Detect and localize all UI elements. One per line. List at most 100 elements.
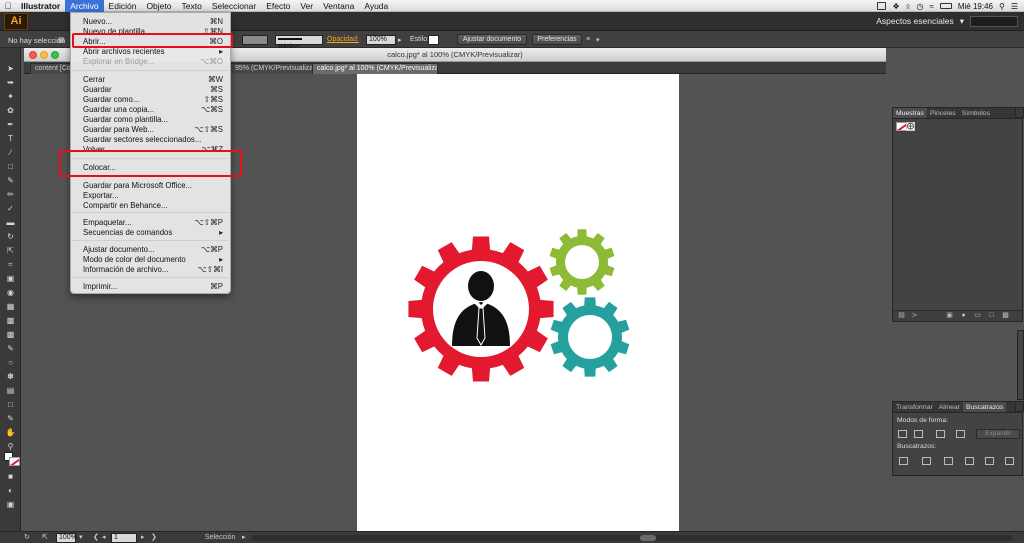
rectangle-tool-icon[interactable]: □ xyxy=(5,162,16,172)
warp-tool-icon[interactable]: ≈ xyxy=(5,260,16,270)
clock-icon[interactable]: ◷ xyxy=(916,2,923,11)
menu-item-abrir-archivos-recientes[interactable]: Abrir archivos recientes ▸ xyxy=(71,47,230,57)
arrange-icon[interactable]: ≡ xyxy=(586,36,590,43)
menu-item-volver[interactable]: Volver ⌥⌘Z xyxy=(71,145,230,155)
stroke-color-swatch[interactable] xyxy=(9,457,20,466)
tab-calco[interactable]: calco.jpg* al 100% (CMYK/Previsualizar) xyxy=(312,63,438,74)
artboard-tool-icon[interactable]: □ xyxy=(5,400,16,410)
pen-tool-icon[interactable]: ✒ xyxy=(5,120,16,130)
menu-item-empaquetar[interactable]: Empaquetar... ⌥⇧⌘P xyxy=(71,218,230,228)
trim-icon[interactable] xyxy=(922,457,931,465)
menu-item-compartir-en-behance[interactable]: Compartir en Behance... xyxy=(71,201,230,211)
menu-efecto[interactable]: Efecto xyxy=(261,0,295,12)
tab-buscatrazos[interactable]: Buscatrazos xyxy=(962,402,1007,412)
menu-item-abrir[interactable]: Abrir... ⌘O xyxy=(71,37,230,47)
menu-item-cerrar[interactable]: Cerrar ⌘W xyxy=(71,75,230,85)
zoom-dropdown-icon[interactable]: ▾ xyxy=(79,534,83,542)
unite-icon[interactable] xyxy=(898,430,907,438)
exclude-icon[interactable] xyxy=(956,430,965,438)
blob-brush-icon[interactable]: ✓ xyxy=(5,204,16,214)
panel-collapse-icon[interactable] xyxy=(1015,107,1024,118)
free-transform-icon[interactable]: ▣ xyxy=(5,274,16,284)
status-menu-icon[interactable]: ▸ xyxy=(242,534,246,542)
workspace-switcher[interactable]: Aspectos esenciales ▾ xyxy=(876,16,964,27)
search-icon[interactable]: ⚲ xyxy=(999,2,1005,11)
menu-archivo[interactable]: Archivo xyxy=(65,0,104,12)
bluetooth-icon[interactable]: ᛟ xyxy=(906,2,911,11)
pathfinder-collapse-icon[interactable] xyxy=(1015,401,1024,412)
artboard[interactable] xyxy=(357,74,679,531)
menu-illustrator[interactable]: Illustrator xyxy=(16,0,65,12)
minus-back-icon[interactable] xyxy=(1005,457,1014,465)
symbol-sprayer-icon[interactable]: ✽ xyxy=(5,372,16,382)
stroke-weight-field[interactable] xyxy=(242,35,268,45)
folder-icon[interactable]: ▭ xyxy=(973,312,982,320)
eraser-icon[interactable]: ▬ xyxy=(5,218,16,228)
list-icon[interactable]: ☰ xyxy=(1011,2,1018,11)
new-swatch-icon[interactable]: □ xyxy=(987,312,996,320)
apple-menu-icon[interactable]:  xyxy=(0,0,16,12)
menu-item-secuencias-de-comandos[interactable]: Secuencias de comandos ▸ xyxy=(71,228,230,238)
preferences-button[interactable]: Preferencias xyxy=(532,34,582,45)
previous-artboard-icon[interactable]: ◂ xyxy=(102,534,106,542)
hand-tool-icon[interactable]: ✋ xyxy=(5,428,16,438)
menu-edicion[interactable]: Edición xyxy=(104,0,142,12)
tab-alinear[interactable]: Alinear xyxy=(936,402,963,412)
last-artboard-icon[interactable]: ❯ xyxy=(151,534,157,542)
menu-item-colocar[interactable]: Colocar... xyxy=(71,163,230,173)
battery-icon[interactable] xyxy=(939,3,952,9)
tab-second-doc[interactable]: 95% (CMYK/Previsualizar) xyxy=(230,63,318,74)
stroke-style-dropdown[interactable]: Básico xyxy=(275,35,323,51)
first-artboard-icon[interactable]: ❮ xyxy=(93,534,99,542)
menu-item-imprimir[interactable]: Imprimir... ⌘P xyxy=(71,282,230,292)
mesh-tool-icon[interactable]: ▩ xyxy=(5,316,16,326)
tab-transformar[interactable]: Transformar xyxy=(893,402,936,412)
outline-icon[interactable] xyxy=(985,457,994,465)
tab-simbolos[interactable]: Símbolos xyxy=(959,108,993,118)
dropbox-icon[interactable]: ❖ xyxy=(892,2,899,11)
wifi-icon[interactable]: ≈ xyxy=(929,2,933,11)
menu-item-exportar[interactable]: Exportar... xyxy=(71,191,230,201)
menu-item-guardar-como-plantilla[interactable]: Guardar como plantilla... xyxy=(71,115,230,125)
zoom-tool-icon[interactable]: ⚲ xyxy=(5,442,16,452)
swatch-options-icon[interactable]: ▣ xyxy=(945,312,954,320)
menu-texto[interactable]: Texto xyxy=(176,0,206,12)
crop-icon[interactable] xyxy=(965,457,974,465)
menu-objeto[interactable]: Objeto xyxy=(141,0,176,12)
menu-item-guardar-sectores-seleccionados[interactable]: Guardar sectores seleccionados... xyxy=(71,135,230,145)
menu-item-modo-de-color-del-documento[interactable]: Modo de color del documento ▸ xyxy=(71,255,230,265)
menu-item-informacion-de-archivo[interactable]: Información de archivo... ⌥⇧⌘I xyxy=(71,265,230,275)
gradient-tool-icon[interactable]: ▩ xyxy=(5,330,16,340)
menu-item-ajustar-documento[interactable]: Ajustar documento... ⌥⌘P xyxy=(71,245,230,255)
menu-item-guardar[interactable]: Guardar ⌘S xyxy=(71,85,230,95)
zoom-field[interactable]: 100% xyxy=(56,533,77,543)
screen-mode-icon[interactable]: ▣ xyxy=(5,500,16,510)
opacity-field[interactable]: 100% xyxy=(366,35,396,45)
minimize-window-icon[interactable] xyxy=(40,51,48,59)
show-kinds-icon[interactable]: ≻ xyxy=(910,312,919,320)
lasso-icon[interactable]: ✿ xyxy=(5,106,16,116)
slice-tool-icon[interactable]: ✎ xyxy=(5,414,16,424)
menu-ayuda[interactable]: Ayuda xyxy=(359,0,393,12)
scrollbar-thumb[interactable] xyxy=(640,535,656,541)
perspective-grid-icon[interactable]: ▦ xyxy=(5,302,16,312)
column-graph-icon[interactable]: ▤ xyxy=(5,386,16,396)
menu-item-nuevo-de-plantilla[interactable]: Nuevo de plantilla... ⇧⌘N xyxy=(71,27,230,37)
menu-ventana[interactable]: Ventana xyxy=(318,0,359,12)
intersect-icon[interactable] xyxy=(936,430,945,438)
artboard-mode-icon[interactable]: ▦ xyxy=(58,36,65,44)
expand-button[interactable]: Expandir xyxy=(976,429,1020,439)
eyedropper-icon[interactable]: ✎ xyxy=(5,344,16,354)
pencil-icon[interactable]: ✏ xyxy=(5,190,16,200)
tab-pinceles[interactable]: Pinceles xyxy=(927,108,959,118)
adjust-document-button[interactable]: Ajustar documento xyxy=(457,34,527,45)
tab-muestras[interactable]: Muestras xyxy=(893,108,927,118)
zoom-window-icon[interactable] xyxy=(51,51,59,59)
artboard-number-field[interactable]: 1 xyxy=(111,533,137,543)
line-tool-icon[interactable]: ∕ xyxy=(5,148,16,158)
menu-item-guardar-para-microsoft-office[interactable]: Guardar para Microsoft Office... xyxy=(71,181,230,191)
clock-text[interactable]: Mié 19:46 xyxy=(958,2,993,11)
menu-item-nuevo[interactable]: Nuevo... ⌘N xyxy=(71,17,230,27)
new-color-group-icon[interactable]: ● xyxy=(959,312,968,320)
help-search-input[interactable] xyxy=(970,16,1018,27)
